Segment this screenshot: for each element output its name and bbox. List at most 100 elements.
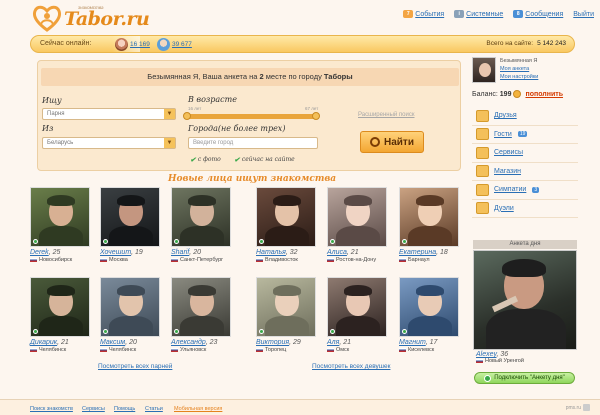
online-female-count[interactable]: 16 169 <box>115 38 150 51</box>
footer-link-search[interactable]: Поиск знакомств <box>30 406 73 412</box>
nav-system-link[interactable]: Системные <box>466 11 503 18</box>
profile-of-day-city: Новый Уренгой <box>476 358 524 364</box>
profile-card[interactable]: Виктория, 29 Торопец <box>256 277 316 353</box>
side-menu-link[interactable]: Симпатии <box>494 186 526 193</box>
profile-name-link[interactable]: Хочешит <box>100 249 131 256</box>
profile-photo[interactable] <box>100 187 160 247</box>
my-avatar[interactable] <box>472 57 496 83</box>
city-input[interactable]: Введите город <box>188 137 318 149</box>
profile-photo[interactable] <box>399 277 459 337</box>
my-settings-link[interactable]: Мои настройки <box>500 74 538 80</box>
profile-of-day-name: Alexey, 36 <box>476 351 509 358</box>
footer-link-help[interactable]: Помощь <box>114 406 135 412</box>
side-menu-item[interactable]: Магазин <box>472 163 578 181</box>
my-name: Безымянная Я <box>500 58 538 64</box>
view-all-guys-link[interactable]: Посмотреть всех парней <box>98 363 172 370</box>
online-dot-icon <box>33 329 38 334</box>
nav-messages-link[interactable]: Сообщения <box>525 11 563 18</box>
profile-card[interactable]: Наталья, 32 Владивосток <box>256 187 316 263</box>
menu-item-icon <box>476 165 489 178</box>
view-all-girls-link[interactable]: Посмотреть всех девушек <box>312 363 390 370</box>
profile-photo[interactable] <box>171 187 231 247</box>
flag-icon <box>327 348 334 352</box>
nav-messages[interactable]: 8 Сообщения <box>513 10 563 18</box>
profile-name-link[interactable]: Наталья <box>256 249 286 256</box>
profile-photo[interactable] <box>399 187 459 247</box>
profile-card[interactable]: Хочешит, 19 Москва <box>100 187 160 263</box>
profile-photo[interactable] <box>30 277 90 337</box>
profile-card[interactable]: Алиса, 21 Ростов-на-Дону <box>327 187 387 263</box>
seek-label: Ищу <box>42 96 62 105</box>
chevron-down-icon: ▼ <box>164 138 175 148</box>
seek-select[interactable]: Парня ▼ <box>42 108 176 120</box>
profile-card[interactable]: Александр, 23 Ульяновск <box>171 277 231 353</box>
age-range-slider[interactable] <box>183 112 320 120</box>
profile-photo[interactable] <box>327 187 387 247</box>
profile-photo[interactable] <box>327 277 387 337</box>
side-menu-link[interactable]: Сервисы <box>494 149 523 156</box>
side-menu-link[interactable]: Дуэли <box>494 205 514 212</box>
side-menu-item[interactable]: Дуэли <box>472 200 578 218</box>
age-min-handle[interactable] <box>183 112 191 120</box>
side-menu-link[interactable]: Магазин <box>494 168 521 175</box>
nav-logout[interactable]: Выйти <box>573 10 594 18</box>
profile-name-link[interactable]: Дикарик <box>30 339 57 346</box>
rank-promo: Безымянная Я, Ваша анкета на 2 месте по … <box>41 68 459 86</box>
profile-name-link[interactable]: Виктория <box>256 339 289 346</box>
checkmark-icon: ✔ <box>234 155 240 164</box>
profile-photo[interactable] <box>171 277 231 337</box>
side-menu-item[interactable]: Гости 19 <box>472 126 578 144</box>
profile-card[interactable]: Екатерина, 18 Барнаул <box>399 187 459 263</box>
profile-city: Ульяновск <box>171 347 206 353</box>
find-button[interactable]: Найти <box>360 131 424 153</box>
profile-name-link[interactable]: Алиса <box>327 249 347 256</box>
side-menu-item[interactable]: Симпатии 3 <box>472 181 578 200</box>
nav-events[interactable]: 7 События <box>403 10 444 18</box>
profile-name-link[interactable]: Максим <box>100 339 125 346</box>
site-logo[interactable]: знакомства Tabor.ru <box>32 3 150 33</box>
menu-item-icon <box>476 109 489 122</box>
profile-card[interactable]: Sharif, 20 Санкт-Петербург <box>171 187 231 263</box>
profile-card[interactable]: Аля, 21 Омск <box>327 277 387 353</box>
profile-photo[interactable] <box>256 277 316 337</box>
my-profile-link[interactable]: Моя анкета <box>500 66 529 72</box>
footer-link-articles[interactable]: Статьи <box>145 406 163 412</box>
connect-profile-of-day-button[interactable]: Подключить "Анкету дня" <box>474 372 575 384</box>
footer-link-mobile[interactable]: Мобильная версия <box>174 406 222 412</box>
profile-name-link[interactable]: Магнит <box>399 339 426 346</box>
profile-card[interactable]: Магнит, 17 Киселевск <box>399 277 459 353</box>
side-menu-link[interactable]: Друзья <box>494 112 517 119</box>
profile-name-link[interactable]: Александр <box>171 339 206 346</box>
country-select[interactable]: Беларусь ▼ <box>42 137 176 149</box>
online-dot-icon <box>103 239 108 244</box>
profile-photo[interactable] <box>100 277 160 337</box>
profile-city: Ростов-на-Дону <box>327 257 376 263</box>
online-now-checkbox[interactable]: ✔ сейчас на сайте <box>234 155 295 164</box>
online-dot-icon <box>402 239 407 244</box>
topup-link[interactable]: пополнить <box>525 91 563 98</box>
profile-card[interactable]: Максим, 20 Челябинск <box>100 277 160 353</box>
profile-name-link[interactable]: Sharif <box>171 249 189 256</box>
profile-of-day-photo[interactable] <box>473 250 577 350</box>
profile-name-link[interactable]: Derek <box>30 249 49 256</box>
online-male-count[interactable]: 39 677 <box>157 38 192 51</box>
with-photo-checkbox[interactable]: ✔ с фото <box>190 155 221 164</box>
side-menu-link[interactable]: Гости <box>494 131 512 138</box>
side-menu-item[interactable]: Сервисы <box>472 144 578 163</box>
my-profile-box: Безымянная Я Моя анкета Мои настройки <box>472 57 578 87</box>
advanced-search-link[interactable]: Расширенный поиск <box>358 112 415 118</box>
profile-card[interactable]: Дикарик, 21 Челябинск <box>30 277 90 353</box>
profile-photo[interactable] <box>30 187 90 247</box>
footer-link-services[interactable]: Сервисы <box>82 406 105 412</box>
counter-icon <box>583 404 590 411</box>
profile-card[interactable]: Derek, 25 Новосибирск <box>30 187 90 263</box>
profile-name-link[interactable]: Аля <box>327 339 339 346</box>
age-max-handle[interactable] <box>312 112 320 120</box>
online-dot-icon <box>484 374 492 382</box>
nav-system[interactable]: i Системные <box>454 10 503 18</box>
nav-events-link[interactable]: События <box>415 11 444 18</box>
logout-link[interactable]: Выйти <box>573 11 594 18</box>
profile-photo[interactable] <box>256 187 316 247</box>
side-menu-item[interactable]: Друзья <box>472 107 578 126</box>
profile-name-link[interactable]: Екатерина <box>399 249 436 256</box>
